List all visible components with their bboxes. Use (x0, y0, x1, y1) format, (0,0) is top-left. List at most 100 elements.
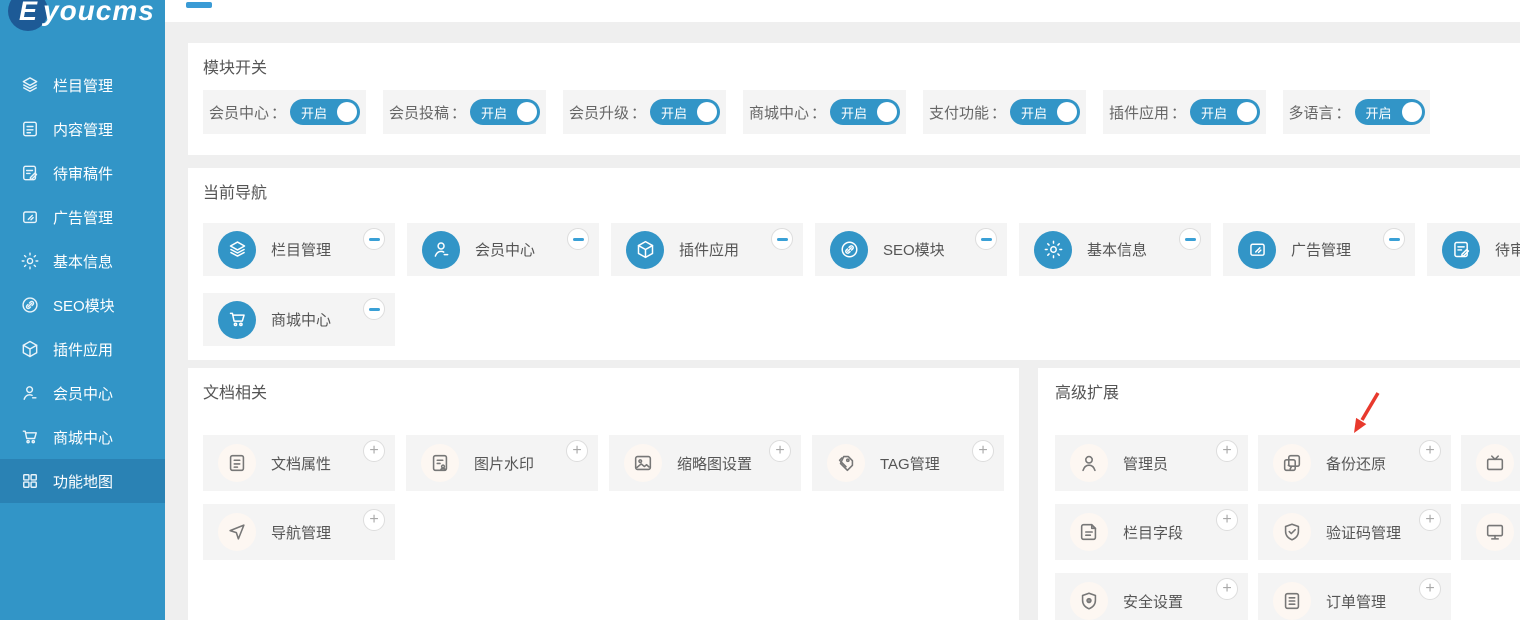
switch-row: 会员中心 ： 开启 会员投稿 ： 开启 会员升级 ： 开启 商城中心 ： 开启 … (203, 90, 1520, 134)
add-module-button[interactable]: + (363, 440, 385, 462)
remove-module-button[interactable] (771, 228, 793, 250)
remove-module-button[interactable] (1383, 228, 1405, 250)
add-module-button[interactable]: + (972, 440, 994, 462)
feature-card[interactable]: 验证码管理 + (1258, 504, 1451, 560)
module-switch: 支付功能 ： 开启 (923, 90, 1086, 134)
mall-cart-icon (218, 301, 256, 339)
backup-restore-icon (1273, 444, 1311, 482)
feature-card[interactable]: 备份还原 + (1258, 435, 1451, 491)
brand-logo[interactable]: E youcms (8, 0, 155, 31)
toggle-state-label: 开启 (661, 103, 687, 122)
add-module-button[interactable]: + (1419, 578, 1441, 600)
feature-card-label: 文档属性 (271, 453, 331, 474)
toggle-knob (1402, 102, 1422, 122)
add-module-button[interactable]: + (363, 509, 385, 531)
module-switch: 商城中心 ： 开启 (743, 90, 906, 134)
remove-module-button[interactable] (975, 228, 997, 250)
toggle-on[interactable]: 开启 (830, 99, 900, 125)
document-related-cards: 文档属性 + 图片水印 + 缩略图设置 + TAG管理 + 导航管理 + (203, 435, 1004, 560)
toggle-on[interactable]: 开启 (650, 99, 720, 125)
toggle-state-label: 开启 (481, 103, 507, 122)
tag-icon (827, 444, 865, 482)
nav-module-card[interactable]: 广告管理 (1223, 223, 1415, 276)
feature-card[interactable]: 管理员 + (1055, 435, 1248, 491)
toggle-on[interactable]: 开启 (290, 99, 360, 125)
nav-module-card[interactable]: 基本信息 (1019, 223, 1211, 276)
sidebar-item[interactable]: 栏目管理 (0, 63, 165, 107)
sidebar-item-label: 会员中心 (53, 383, 113, 404)
feature-card[interactable]: 栏目字段 + (1055, 504, 1248, 560)
sidebar-item[interactable]: 功能地图 (0, 459, 165, 503)
module-switch: 插件应用 ： 开启 (1103, 90, 1266, 134)
sidebar-item[interactable]: 商城中心 (0, 415, 165, 459)
toggle-state-label: 开启 (1201, 103, 1227, 122)
module-switches-panel: 模块开关 会员中心 ： 开启 会员投稿 ： 开启 会员升级 ： 开启 商城中心 … (188, 43, 1520, 155)
current-nav-title: 当前导航 (203, 183, 1520, 205)
pending-doc-icon (1442, 231, 1480, 269)
doc-attr-icon (218, 444, 256, 482)
sidebar-item[interactable]: 广告管理 (0, 195, 165, 239)
module-switch-label: 支付功能 (929, 102, 989, 123)
add-module-button[interactable]: + (769, 440, 791, 462)
sidebar-item[interactable]: 会员中心 (0, 371, 165, 415)
admin-person-icon (1070, 444, 1108, 482)
add-module-button[interactable]: + (1419, 509, 1441, 531)
toggle-knob (697, 102, 717, 122)
nav-module-card[interactable]: SEO模块 (815, 223, 1007, 276)
toggle-on[interactable]: 开启 (470, 99, 540, 125)
feature-card[interactable]: 导航管理 + (203, 504, 395, 560)
nav-module-label: 待审稿件 (1495, 239, 1520, 260)
feature-card[interactable]: 缩略图设置 + (609, 435, 801, 491)
add-module-button[interactable]: + (1216, 509, 1238, 531)
top-header (165, 0, 1520, 22)
feature-card[interactable]: + (1461, 435, 1520, 491)
nav-module-card[interactable]: 插件应用 (611, 223, 803, 276)
sidebar-item-label: 插件应用 (53, 339, 113, 360)
add-module-button[interactable]: + (1419, 440, 1441, 462)
toggle-on[interactable]: 开启 (1010, 99, 1080, 125)
module-switch-colon: ： (631, 102, 646, 123)
module-switch-colon: ： (271, 102, 286, 123)
menu-collapse-icon[interactable] (186, 2, 212, 8)
add-module-button[interactable]: + (1216, 440, 1238, 462)
add-module-button[interactable]: + (566, 440, 588, 462)
member-icon (422, 231, 460, 269)
sidebar-item[interactable]: SEO模块 (0, 283, 165, 327)
minus-icon (369, 308, 380, 311)
remove-module-button[interactable] (363, 228, 385, 250)
module-switch-label: 商城中心 (749, 102, 809, 123)
sidebar-item[interactable]: 插件应用 (0, 327, 165, 371)
feature-card[interactable]: 图片水印 + (406, 435, 598, 491)
nav-module-card[interactable]: 栏目管理 (203, 223, 395, 276)
remove-module-button[interactable] (1179, 228, 1201, 250)
monitor-icon (1476, 513, 1514, 551)
module-switch-label: 插件应用 (1109, 102, 1169, 123)
minus-icon (369, 238, 380, 241)
sidebar-item[interactable]: 待审稿件 (0, 151, 165, 195)
feature-card[interactable]: 文档属性 + (203, 435, 395, 491)
nav-module-card[interactable]: 待审稿件 (1427, 223, 1520, 276)
sidebar-item-label: 内容管理 (53, 119, 113, 140)
minus-icon (777, 238, 788, 241)
remove-module-button[interactable] (567, 228, 589, 250)
remove-module-button[interactable] (363, 298, 385, 320)
feature-card[interactable]: + (1461, 504, 1520, 560)
toggle-on[interactable]: 开启 (1355, 99, 1425, 125)
feature-card-label: 栏目字段 (1123, 522, 1183, 543)
nav-module-card[interactable]: 商城中心 (203, 293, 395, 346)
module-switch-colon: ： (1336, 102, 1351, 123)
sidebar-item-label: 栏目管理 (53, 75, 113, 96)
toggle-on[interactable]: 开启 (1190, 99, 1260, 125)
sidebar-item[interactable]: 基本信息 (0, 239, 165, 283)
feature-card-label: 验证码管理 (1326, 522, 1401, 543)
add-module-button[interactable]: + (1216, 578, 1238, 600)
feature-card[interactable]: TAG管理 + (812, 435, 1004, 491)
sidebar: E youcms 栏目管理 内容管理 待审稿件 广告管理 基本信息 SEO模块 … (0, 0, 165, 620)
nav-module-card[interactable]: 会员中心 (407, 223, 599, 276)
feature-card-label: 安全设置 (1123, 591, 1183, 612)
feature-card[interactable]: 安全设置 + (1055, 573, 1248, 620)
sidebar-item[interactable]: 内容管理 (0, 107, 165, 151)
document-related-title: 文档相关 (203, 383, 1004, 405)
feature-card[interactable]: 订单管理 + (1258, 573, 1451, 620)
module-switch-label: 多语言 (1288, 102, 1333, 123)
